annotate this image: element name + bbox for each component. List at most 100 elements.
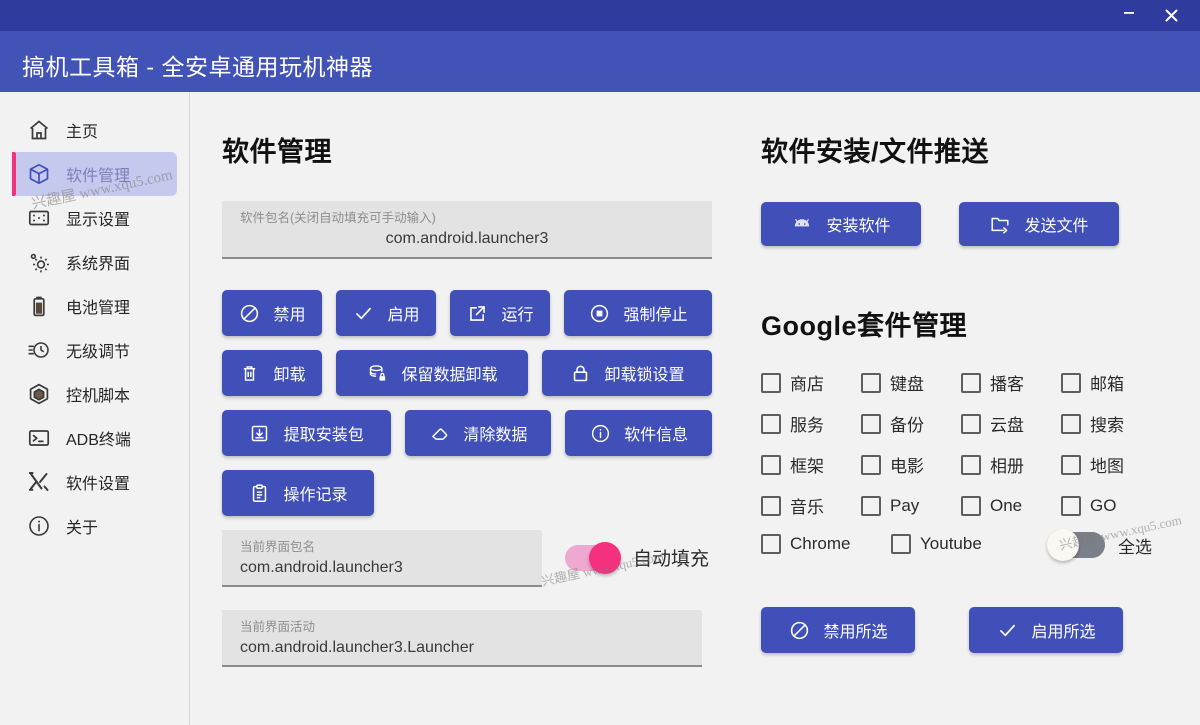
clock-icon bbox=[26, 337, 52, 363]
clear-data-button[interactable]: 清除数据 bbox=[405, 410, 552, 456]
checkbox-box[interactable] bbox=[961, 455, 981, 475]
gears-icon bbox=[26, 249, 52, 275]
toggle-knob bbox=[1047, 529, 1079, 561]
sidebar-item-battery-management[interactable]: 电池管理 bbox=[12, 284, 177, 328]
ban-icon bbox=[788, 619, 810, 641]
checkbox-framework[interactable]: 框架 bbox=[761, 452, 861, 477]
sidebar-item-software-management[interactable]: 软件管理 bbox=[12, 152, 177, 196]
checkbox-box[interactable] bbox=[861, 455, 881, 475]
sidebar-item-system-ui[interactable]: 系统界面 bbox=[12, 240, 177, 284]
checkbox-box[interactable] bbox=[891, 534, 911, 554]
checkbox-photos[interactable]: 相册 bbox=[961, 452, 1061, 477]
uninstall-lock-settings-button[interactable]: 卸载锁设置 bbox=[542, 350, 712, 396]
checkbox-box[interactable] bbox=[861, 414, 881, 434]
current-package-label: 当前界面包名 bbox=[240, 538, 524, 556]
checkbox-one[interactable]: One bbox=[961, 493, 1061, 518]
checkbox-box[interactable] bbox=[1061, 496, 1081, 516]
checkbox-box[interactable] bbox=[861, 373, 881, 393]
checkbox-box[interactable] bbox=[1061, 455, 1081, 475]
checkbox-box[interactable] bbox=[961, 373, 981, 393]
current-package-field: 当前界面包名 com.android.launcher3 bbox=[222, 530, 542, 587]
app-window: 搞机工具箱 - 全安卓通用玩机神器 主页 软件管理 bbox=[0, 0, 1200, 725]
run-button[interactable]: 运行 bbox=[450, 290, 550, 336]
sidebar-item-label: 无级调节 bbox=[66, 338, 130, 362]
checkbox-services[interactable]: 服务 bbox=[761, 411, 861, 436]
checkbox-box[interactable] bbox=[961, 496, 981, 516]
folder-send-icon bbox=[989, 213, 1011, 235]
sidebar-item-about[interactable]: 关于 bbox=[12, 504, 177, 548]
checkbox-pay[interactable]: Pay bbox=[861, 493, 961, 518]
select-all-toggle[interactable]: 全选 bbox=[1051, 532, 1152, 558]
stop-icon bbox=[588, 302, 610, 324]
checkbox-box[interactable] bbox=[961, 414, 981, 434]
checkbox-keyboard[interactable]: 键盘 bbox=[861, 370, 961, 395]
sidebar-item-software-settings[interactable]: 软件设置 bbox=[12, 460, 177, 504]
checkbox-store[interactable]: 商店 bbox=[761, 370, 861, 395]
sidebar-item-display-settings[interactable]: 显示设置 bbox=[12, 196, 177, 240]
checkbox-search[interactable]: 搜索 bbox=[1061, 411, 1161, 436]
sidebar-item-label: ADB终端 bbox=[66, 426, 131, 450]
checkbox-box[interactable] bbox=[761, 455, 781, 475]
checkbox-drive[interactable]: 云盘 bbox=[961, 411, 1061, 436]
checkbox-chrome[interactable]: Chrome bbox=[761, 534, 850, 554]
checkbox-box[interactable] bbox=[761, 496, 781, 516]
operation-log-button[interactable]: 操作记录 bbox=[222, 470, 374, 516]
keep-data-uninstall-button[interactable]: 保留数据卸载 bbox=[336, 350, 528, 396]
extract-apk-button[interactable]: 提取安装包 bbox=[222, 410, 391, 456]
close-button[interactable] bbox=[1150, 0, 1192, 31]
uninstall-button[interactable]: 卸载 bbox=[222, 350, 322, 396]
force-stop-button[interactable]: 强制停止 bbox=[564, 290, 712, 336]
checkbox-label: 云盘 bbox=[990, 411, 1024, 436]
checkbox-youtube[interactable]: Youtube bbox=[891, 534, 982, 554]
enable-button[interactable]: 启用 bbox=[336, 290, 436, 336]
install-push-buttons: 安装软件 发送文件 bbox=[761, 202, 1191, 246]
package-name-input[interactable]: 软件包名(关闭自动填充可手动输入) com.android.launcher3 bbox=[222, 201, 712, 259]
checkbox-box[interactable] bbox=[861, 496, 881, 516]
sidebar-item-control-script[interactable]: 控机脚本 bbox=[12, 372, 177, 416]
autofill-toggle[interactable]: 自动填充 bbox=[565, 544, 709, 571]
minimize-button[interactable] bbox=[1108, 0, 1150, 31]
sidebar-item-home[interactable]: 主页 bbox=[12, 108, 177, 152]
checkbox-go[interactable]: GO bbox=[1061, 493, 1161, 518]
checkbox-box[interactable] bbox=[761, 373, 781, 393]
sidebar-item-stepless-adjust[interactable]: 无级调节 bbox=[12, 328, 177, 372]
disable-selected-button[interactable]: 禁用所选 bbox=[761, 607, 915, 653]
checkbox-label: 备份 bbox=[890, 411, 924, 436]
checkbox-box[interactable] bbox=[1061, 414, 1081, 434]
checkbox-label: 电影 bbox=[890, 452, 924, 477]
checkbox-label: 播客 bbox=[990, 370, 1024, 395]
google-suite-action-buttons: 禁用所选 启用所选 bbox=[761, 607, 1191, 653]
sidebar-item-adb-terminal[interactable]: ADB终端 bbox=[12, 416, 177, 460]
button-label: 启用 bbox=[387, 301, 419, 325]
action-buttons-row-2: 卸载 保留数据卸载 bbox=[222, 350, 712, 396]
autofill-toggle-label: 自动填充 bbox=[633, 544, 709, 571]
toggle-knob bbox=[589, 542, 621, 574]
lock-icon bbox=[569, 362, 591, 384]
checkbox-label: 商店 bbox=[790, 370, 824, 395]
checkbox-box[interactable] bbox=[1061, 373, 1081, 393]
toggle-track[interactable] bbox=[1051, 532, 1105, 558]
checkbox-maps[interactable]: 地图 bbox=[1061, 452, 1161, 477]
software-info-button[interactable]: 软件信息 bbox=[565, 410, 712, 456]
disable-button[interactable]: 禁用 bbox=[222, 290, 322, 336]
google-suite-last-row: Chrome Youtube 全选 bbox=[761, 534, 1191, 564]
google-suite-checkbox-grid: 商店 键盘 播客 邮箱 服务 bbox=[761, 370, 1191, 518]
checkbox-backup[interactable]: 备份 bbox=[861, 411, 961, 436]
google-suite-title: Google套件管理 bbox=[761, 304, 1191, 343]
button-label: 禁用所选 bbox=[823, 618, 887, 642]
sidebar-item-label: 软件设置 bbox=[66, 470, 130, 494]
checkbox-box[interactable] bbox=[761, 534, 781, 554]
send-file-button[interactable]: 发送文件 bbox=[959, 202, 1119, 246]
checkbox-mail[interactable]: 邮箱 bbox=[1061, 370, 1161, 395]
check-icon bbox=[996, 619, 1018, 641]
checkbox-podcast[interactable]: 播客 bbox=[961, 370, 1061, 395]
checkbox-movies[interactable]: 电影 bbox=[861, 452, 961, 477]
install-software-button[interactable]: 安装软件 bbox=[761, 202, 921, 246]
checkbox-music[interactable]: 音乐 bbox=[761, 493, 861, 518]
toggle-track[interactable] bbox=[565, 545, 619, 571]
database-lock-icon bbox=[366, 362, 388, 384]
enable-selected-button[interactable]: 启用所选 bbox=[969, 607, 1123, 653]
checkbox-box[interactable] bbox=[761, 414, 781, 434]
window-controls bbox=[1108, 0, 1200, 31]
window-titlebar bbox=[0, 0, 1200, 31]
